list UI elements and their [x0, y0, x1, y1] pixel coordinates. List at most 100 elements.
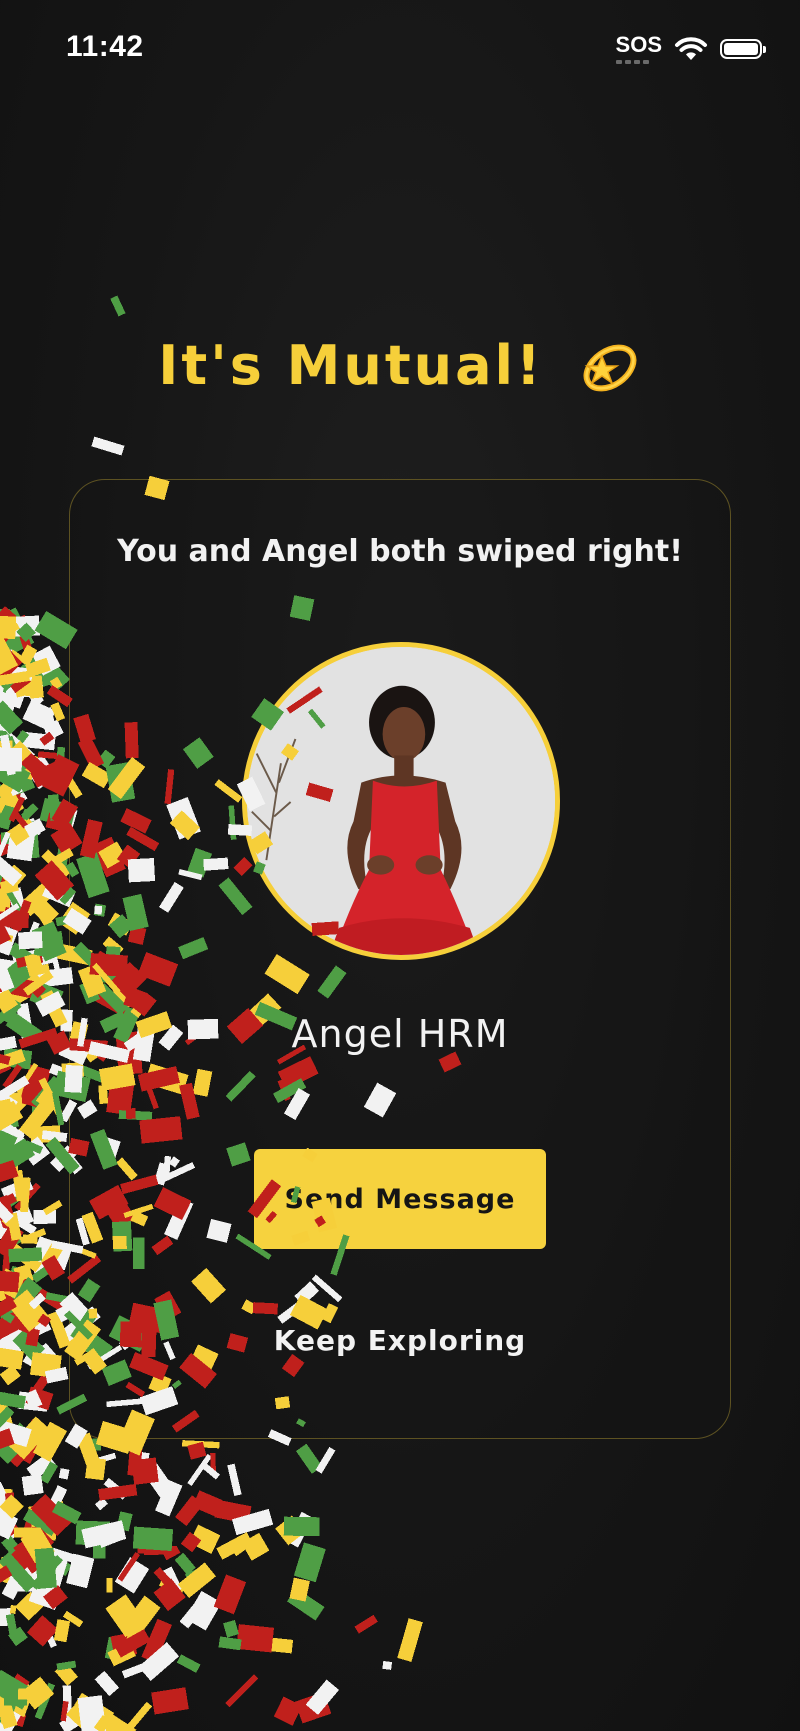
confetti-piece	[0, 921, 12, 945]
confetti-piece	[0, 1518, 20, 1539]
confetti-piece	[382, 1660, 393, 1670]
confetti-piece	[114, 1629, 151, 1658]
confetti-piece	[0, 1206, 37, 1235]
confetti-piece	[0, 1159, 19, 1187]
confetti-piece	[0, 719, 26, 764]
confetti-piece	[41, 849, 72, 879]
status-time: 11:42	[66, 30, 144, 63]
confetti-piece	[12, 946, 55, 971]
confetti-piece	[0, 1275, 20, 1298]
confetti-piece	[0, 958, 33, 994]
confetti-piece	[15, 953, 44, 968]
confetti-piece	[0, 1397, 17, 1444]
confetti-piece	[0, 1100, 24, 1135]
confetti-piece	[77, 1695, 107, 1731]
confetti-piece	[13, 1536, 48, 1574]
confetti-piece	[17, 1688, 37, 1700]
confetti-piece	[8, 1416, 51, 1460]
confetti-piece	[32, 645, 61, 676]
confetti-piece	[0, 1364, 21, 1386]
confetti-piece	[0, 747, 23, 772]
confetti-piece	[200, 1461, 220, 1480]
confetti-piece	[0, 789, 25, 822]
send-message-button[interactable]: Send Message	[254, 1149, 546, 1249]
confetti-piece	[0, 804, 15, 830]
confetti-piece	[3, 967, 46, 1006]
wifi-icon	[675, 37, 707, 60]
confetti-piece	[28, 1500, 67, 1528]
confetti-piece	[0, 870, 20, 915]
confetti-piece	[0, 735, 27, 776]
confetti-piece	[0, 607, 35, 655]
confetti-piece	[0, 1270, 20, 1293]
confetti-piece	[0, 1686, 7, 1725]
confetti-piece	[0, 878, 19, 895]
confetti-piece	[0, 1708, 21, 1731]
confetti-piece	[31, 1075, 64, 1111]
confetti-piece	[295, 1443, 323, 1474]
confetti-piece	[38, 1438, 56, 1447]
confetti-piece	[26, 1452, 56, 1480]
confetti-piece	[132, 1526, 174, 1552]
confetti-piece	[4, 886, 23, 914]
confetti-piece	[2, 906, 25, 923]
confetti-piece	[0, 1139, 15, 1166]
confetti-piece	[293, 1542, 326, 1583]
confetti-piece	[182, 1440, 220, 1449]
confetti-piece	[12, 673, 38, 698]
confetti-piece	[42, 1199, 63, 1216]
confetti-piece	[0, 1193, 17, 1216]
confetti-piece	[225, 1674, 259, 1708]
confetti-piece	[0, 1551, 38, 1593]
confetti-piece	[0, 630, 13, 649]
confetti-piece	[0, 666, 19, 699]
confetti-piece	[53, 1619, 71, 1643]
confetti-piece	[4, 1685, 28, 1706]
confetti-piece	[35, 1087, 55, 1107]
confetti-piece	[137, 1545, 177, 1555]
confetti-piece	[0, 1565, 13, 1586]
confetti-piece	[17, 1391, 49, 1412]
confetti-piece	[231, 1508, 274, 1536]
profile-avatar[interactable]	[242, 642, 560, 960]
confetti-piece	[0, 961, 15, 993]
confetti-piece	[20, 1507, 45, 1544]
confetti-piece	[0, 1689, 22, 1731]
confetti-piece	[354, 1614, 378, 1634]
confetti-piece	[179, 1603, 204, 1629]
confetti-piece	[121, 1656, 163, 1679]
match-title-row: It's Mutual!	[0, 330, 800, 400]
confetti-piece	[49, 676, 63, 690]
battery-icon	[720, 39, 766, 59]
confetti-piece	[0, 1488, 13, 1505]
confetti-piece	[0, 831, 37, 845]
confetti-piece	[8, 825, 37, 844]
confetti-piece	[36, 1288, 68, 1313]
confetti-piece	[0, 1146, 18, 1173]
confetti-piece	[187, 1441, 207, 1460]
match-title: It's Mutual!	[158, 333, 544, 397]
confetti-piece	[7, 1680, 37, 1709]
confetti-piece	[21, 1474, 44, 1496]
confetti-piece	[0, 1669, 35, 1710]
confetti-piece	[20, 1527, 55, 1564]
confetti-piece	[43, 1585, 68, 1610]
confetti-piece	[0, 1223, 24, 1258]
confetti-piece	[32, 903, 56, 932]
confetti-piece	[1, 1214, 20, 1232]
confetti-piece	[8, 796, 25, 823]
confetti-piece	[48, 1485, 68, 1510]
confetti-piece	[0, 1288, 22, 1324]
confetti-piece	[0, 1092, 23, 1110]
confetti-piece	[0, 862, 21, 907]
confetti-piece	[39, 1461, 59, 1484]
confetti-piece	[26, 1615, 59, 1647]
confetti-piece	[92, 1525, 107, 1559]
keep-exploring-link[interactable]: Keep Exploring	[0, 1324, 800, 1357]
confetti-piece	[0, 707, 15, 749]
confetti-piece	[20, 1136, 51, 1166]
confetti-piece	[175, 1495, 204, 1527]
confetti-piece	[24, 755, 58, 790]
confetti-piece	[0, 1520, 18, 1540]
confetti-piece	[50, 1557, 68, 1588]
